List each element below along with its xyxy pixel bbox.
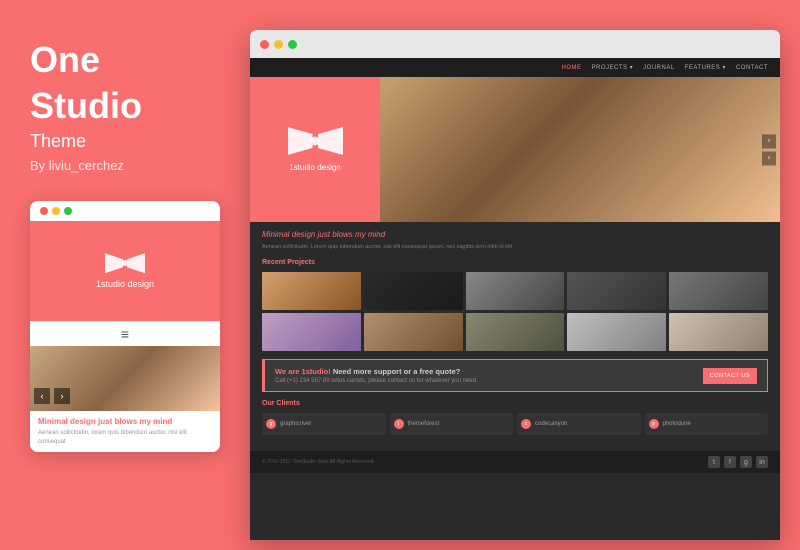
mobile-tagline: Minimal design just blows my mind <box>38 417 212 426</box>
mobile-brand: 1studio design <box>96 279 154 289</box>
site-footer: © 2010-2012 OneStudio Sass All Rights Re… <box>250 451 780 473</box>
clients-title: Our Clients <box>262 400 768 407</box>
client-graphicriver: g graphicriver <box>262 413 386 435</box>
browser-dot-yellow[interactable] <box>274 40 283 49</box>
client-name-themeforest: themeforest <box>408 421 440 427</box>
title-line1: One <box>30 40 220 80</box>
client-themeforest: t themeforest <box>390 413 514 435</box>
project-thumb-4[interactable] <box>567 272 666 310</box>
cta-phone: Call (+1) 234 567 89 tellus carods, plea… <box>275 378 703 384</box>
nav-contact[interactable]: CONTACT <box>736 65 768 71</box>
tagline-main: Minimal design <box>262 230 315 239</box>
nav-home[interactable]: HOME <box>561 65 581 71</box>
mobile-mockup: 1studio design ≡ ‹ › Minimal design just… <box>30 201 220 452</box>
browser-top-bar <box>250 30 780 58</box>
theme-author: By liviu_cerchez <box>30 158 220 173</box>
project-thumb-9[interactable] <box>567 313 666 351</box>
client-icon-themeforest: t <box>394 419 404 429</box>
mobile-bowtie-icon <box>105 253 145 273</box>
cta-text: We are 1studio! Need more support or a f… <box>275 367 703 384</box>
hero-nav-arrows: › ‹ <box>762 134 776 165</box>
client-name-codecanyon: codecanyon <box>535 421 567 427</box>
footer-social: t f g in <box>708 456 768 468</box>
social-facebook[interactable]: f <box>724 456 736 468</box>
project-thumb-5[interactable] <box>669 272 768 310</box>
hero-prev-arrow[interactable]: ‹ <box>762 151 776 165</box>
mobile-next-arrow[interactable]: › <box>54 388 70 404</box>
site-desc: Aenean sollicitudin, Lorem quis bibendum… <box>262 243 768 251</box>
mobile-browser-bar <box>30 201 220 221</box>
browser-dot-green[interactable] <box>288 40 297 49</box>
site-hero-image: › ‹ <box>380 77 780 222</box>
site-main-content: Minimal design just blows my mind Aenean… <box>250 222 780 451</box>
mobile-prev-arrow[interactable]: ‹ <box>34 388 50 404</box>
cta-headline: We are 1studio! Need more support or a f… <box>275 367 703 376</box>
mobile-tagline-accent: just blows my mind <box>98 417 172 426</box>
footer-copyright: © 2010-2012 OneStudio Sass All Rights Re… <box>262 459 374 465</box>
site-bowtie-icon <box>288 127 343 155</box>
site-brand-text: 1studio design <box>289 163 341 172</box>
mobile-bowtie-center <box>122 260 128 266</box>
site-bowtie-center <box>311 137 320 146</box>
social-googleplus[interactable]: g <box>740 456 752 468</box>
hero-next-arrow[interactable]: › <box>762 134 776 148</box>
project-thumb-8[interactable] <box>466 313 565 351</box>
project-thumb-6[interactable] <box>262 313 361 351</box>
cta-need: Need more support or a free quote? <box>333 367 461 376</box>
social-linkedin[interactable]: in <box>756 456 768 468</box>
site-tagline: Minimal design just blows my mind <box>262 230 768 239</box>
client-icon-photodune: p <box>649 419 659 429</box>
project-thumb-3[interactable] <box>466 272 565 310</box>
browser-mockup: HOME PROJECTS ▾ JOURNAL FEATURES ▾ CONTA… <box>250 30 780 540</box>
client-codecanyon: c codecanyon <box>517 413 641 435</box>
client-icon-codecanyon: c <box>521 419 531 429</box>
project-thumb-10[interactable] <box>669 313 768 351</box>
client-icon-graphicriver: g <box>266 419 276 429</box>
client-photodune: p photodune <box>645 413 769 435</box>
clients-section: Our Clients g graphicriver t themeforest… <box>262 400 768 435</box>
mobile-image-overlay: ‹ › <box>30 384 220 411</box>
theme-title: One Studio <box>30 40 220 131</box>
social-twitter[interactable]: t <box>708 456 720 468</box>
mobile-hamburger-icon[interactable]: ≡ <box>30 321 220 346</box>
site-hero: 1studio design › ‹ <box>250 77 780 222</box>
projects-title: Recent Projects <box>262 259 768 266</box>
cta-section: We are 1studio! Need more support or a f… <box>262 359 768 392</box>
theme-subtitle: Theme <box>30 131 220 152</box>
mobile-dot-red <box>40 207 48 215</box>
tagline-accent: just blows my mind <box>318 230 386 239</box>
project-grid <box>262 272 768 351</box>
client-name-photodune: photodune <box>663 421 691 427</box>
nav-journal[interactable]: JOURNAL <box>643 65 675 71</box>
clients-grid: g graphicriver t themeforest c codecanyo… <box>262 413 768 435</box>
browser-dot-red[interactable] <box>260 40 269 49</box>
title-line2: Studio <box>30 86 220 126</box>
mobile-hero-section: 1studio design <box>30 221 220 321</box>
mobile-nav-arrows: ‹ › <box>34 388 216 404</box>
mobile-text-section: Minimal design just blows my mind Aenean… <box>30 411 220 452</box>
site-content: HOME PROJECTS ▾ JOURNAL FEATURES ▾ CONTA… <box>250 58 780 540</box>
nav-features[interactable]: FEATURES ▾ <box>685 64 726 71</box>
client-name-graphicriver: graphicriver <box>280 421 311 427</box>
project-thumb-7[interactable] <box>364 313 463 351</box>
project-thumb-2[interactable] <box>364 272 463 310</box>
mobile-body-text: Aenean sollicitudin, lorem quis bibendum… <box>38 429 212 446</box>
nav-projects[interactable]: PROJECTS ▾ <box>591 64 633 71</box>
mobile-dot-green <box>64 207 72 215</box>
left-panel: One Studio Theme By liviu_cerchez 1studi… <box>0 0 250 550</box>
mobile-hero-image: ‹ › <box>30 346 220 411</box>
mobile-tagline-normal: Minimal design <box>38 417 96 426</box>
project-thumb-1[interactable] <box>262 272 361 310</box>
cta-button[interactable]: CONTACT US <box>703 368 757 384</box>
cta-brand: We are 1studio! <box>275 367 331 376</box>
mobile-dot-yellow <box>52 207 60 215</box>
site-hero-brand: 1studio design <box>250 77 380 222</box>
site-nav: HOME PROJECTS ▾ JOURNAL FEATURES ▾ CONTA… <box>250 58 780 77</box>
